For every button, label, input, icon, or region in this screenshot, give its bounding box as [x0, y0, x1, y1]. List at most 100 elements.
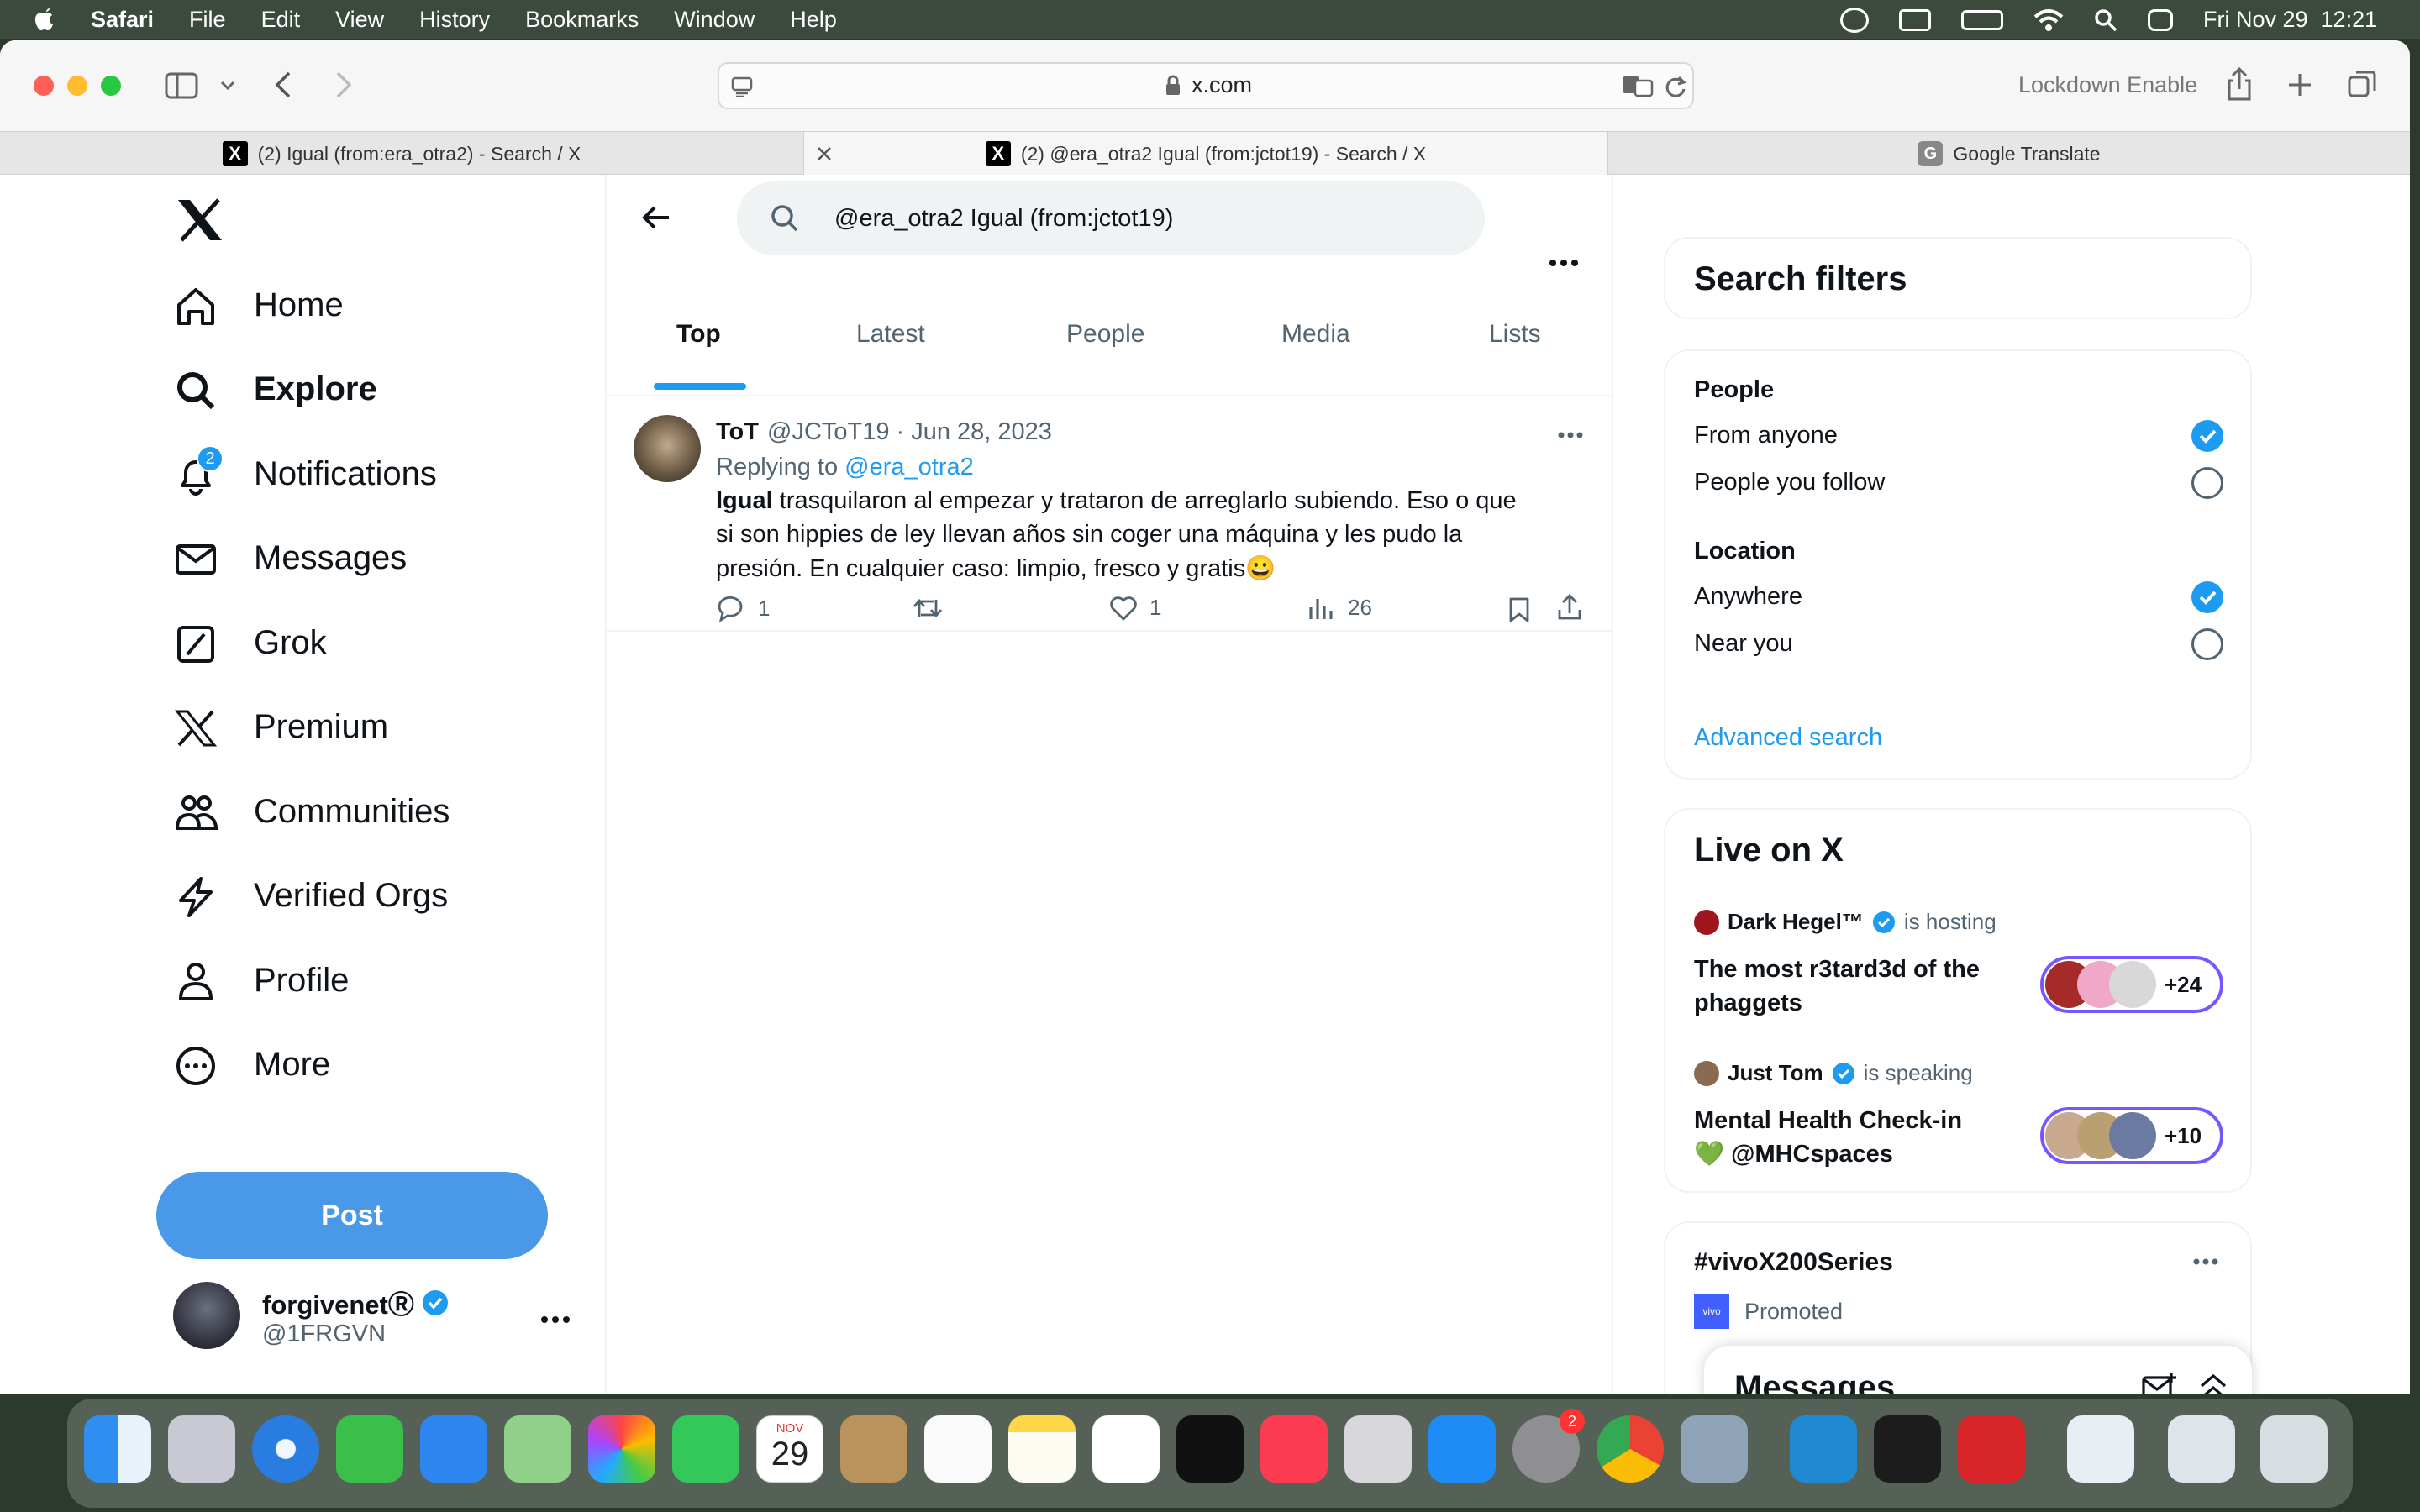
- tweet-author-name[interactable]: ToT: [716, 418, 759, 446]
- post-button[interactable]: Post: [156, 1172, 548, 1259]
- like-action[interactable]: 1: [1109, 595, 1161, 621]
- advanced-search-link[interactable]: Advanced search: [1694, 724, 2223, 752]
- status-icon-vpn[interactable]: [1840, 7, 1869, 33]
- documents-stack-icon[interactable]: [2067, 1415, 2134, 1483]
- chevron-down-icon[interactable]: [220, 81, 235, 91]
- launchpad-icon[interactable]: [168, 1415, 235, 1483]
- menu-file[interactable]: File: [189, 7, 226, 33]
- x-logo-icon[interactable]: [176, 198, 224, 242]
- back-icon[interactable]: [274, 71, 292, 99]
- radio-unchecked-icon[interactable]: [2191, 628, 2223, 660]
- tab-2-active[interactable]: X (2) @era_otra2 Igual (from:jctot19) - …: [803, 132, 1608, 176]
- promoted-hashtag[interactable]: #vivoX200Series: [1694, 1248, 1893, 1277]
- freeform-icon[interactable]: [1092, 1415, 1160, 1483]
- iphone-mirroring-icon[interactable]: [1344, 1415, 1412, 1483]
- tab-overview-icon[interactable]: [2348, 69, 2378, 99]
- search-box[interactable]: @era_otra2 Igual (from:jctot19): [737, 181, 1485, 255]
- reply-action[interactable]: 1: [716, 595, 770, 622]
- space-1-host-row[interactable]: Dark Hegel™ is hosting: [1694, 909, 1996, 935]
- filter-anywhere[interactable]: Anywhere: [1694, 581, 2223, 617]
- url-text[interactable]: x.com: [1192, 72, 1252, 98]
- terminal-icon[interactable]: [1874, 1415, 1941, 1483]
- search-input[interactable]: @era_otra2 Igual (from:jctot19): [834, 205, 1173, 233]
- filter-near-you[interactable]: Near you: [1694, 628, 2223, 664]
- tweet-avatar[interactable]: [634, 415, 701, 482]
- tweet-date[interactable]: · Jun 28, 2023: [896, 418, 1051, 446]
- tab-people[interactable]: People: [1066, 320, 1144, 349]
- page-menu-icon[interactable]: [731, 76, 753, 97]
- mail-app-icon[interactable]: [420, 1415, 487, 1483]
- battery-icon[interactable]: [1961, 9, 2003, 30]
- calendar-icon[interactable]: NOV 29: [756, 1415, 823, 1483]
- account-name-row[interactable]: forgivenetⓇ: [262, 1284, 450, 1321]
- share-icon[interactable]: [2227, 67, 2252, 101]
- zoom-window-button[interactable]: [101, 76, 121, 96]
- wifi-icon[interactable]: [2033, 8, 2064, 32]
- system-settings-icon[interactable]: 2: [1512, 1409, 1585, 1483]
- sidebar-toggle-icon[interactable]: [165, 72, 198, 99]
- views-action[interactable]: 26: [1307, 595, 1372, 621]
- spotlight-icon[interactable]: [2094, 8, 2118, 32]
- app-store-icon[interactable]: [1428, 1415, 1496, 1483]
- account-avatar[interactable]: [173, 1282, 240, 1349]
- maps-icon[interactable]: [504, 1415, 571, 1483]
- filter-people-you-follow[interactable]: People you follow: [1694, 467, 2223, 502]
- replying-to-link[interactable]: @era_otra2: [844, 454, 974, 480]
- tab-3[interactable]: G Google Translate: [1608, 132, 2410, 176]
- minimize-window-button[interactable]: [67, 76, 87, 96]
- space-2-listeners[interactable]: +10: [2040, 1107, 2223, 1164]
- tab-media[interactable]: Media: [1281, 320, 1350, 349]
- facetime-icon[interactable]: [672, 1415, 739, 1483]
- tab-latest[interactable]: Latest: [856, 320, 925, 349]
- close-tab-icon[interactable]: [816, 145, 833, 162]
- close-window-button[interactable]: [34, 76, 54, 96]
- menu-history[interactable]: History: [419, 7, 490, 33]
- music-icon[interactable]: [1260, 1415, 1328, 1483]
- radio-checked-icon[interactable]: [2191, 420, 2223, 452]
- messages-app-icon[interactable]: [336, 1415, 403, 1483]
- back-arrow-icon[interactable]: [642, 205, 671, 230]
- trash-icon[interactable]: [2260, 1415, 2328, 1483]
- share-tweet-icon[interactable]: [1556, 593, 1583, 622]
- menu-bookmarks[interactable]: Bookmarks: [525, 7, 639, 33]
- apple-icon[interactable]: [34, 7, 57, 32]
- finder-icon[interactable]: [84, 1415, 151, 1483]
- reminders-icon[interactable]: [924, 1415, 992, 1483]
- space-1-title[interactable]: The most r3tard3d of the phaggets: [1694, 953, 1980, 1020]
- address-bar[interactable]: x.com: [718, 62, 1694, 109]
- new-message-icon[interactable]: [2141, 1371, 2178, 1394]
- tab-1[interactable]: X (2) Igual (from:era_otra2) - Search / …: [0, 132, 803, 176]
- screenshots-stack-icon[interactable]: [2168, 1415, 2235, 1483]
- menu-view[interactable]: View: [335, 7, 384, 33]
- new-tab-icon[interactable]: [2287, 72, 2312, 97]
- tweet-author-handle[interactable]: @JCToT19: [767, 418, 889, 446]
- tweet-more-icon[interactable]: [1558, 432, 1583, 438]
- contacts-icon[interactable]: [840, 1415, 908, 1483]
- apple-tv-icon[interactable]: [1176, 1415, 1244, 1483]
- radio-unchecked-icon[interactable]: [2191, 467, 2223, 499]
- control-center-icon[interactable]: [2148, 8, 2173, 31]
- space-2-title[interactable]: Mental Health Check-in 💚 @MHCspaces: [1694, 1104, 1962, 1171]
- bookmark-icon[interactable]: [1507, 596, 1531, 623]
- vscode-icon[interactable]: [1790, 1415, 1857, 1483]
- space-1-listeners[interactable]: +24: [2040, 956, 2223, 1013]
- photos-icon[interactable]: [588, 1415, 655, 1483]
- translate-icon[interactable]: [1622, 76, 1654, 97]
- messages-drawer[interactable]: Messages: [1704, 1346, 2252, 1394]
- preview-icon[interactable]: [1681, 1415, 1748, 1483]
- account-menu-icon[interactable]: [541, 1315, 570, 1324]
- tab-top[interactable]: Top: [676, 320, 721, 349]
- reload-icon[interactable]: [1664, 76, 1687, 99]
- space-2-host-row[interactable]: Just Tom is speaking: [1694, 1060, 1973, 1086]
- notes-icon[interactable]: [1008, 1415, 1076, 1483]
- menu-app-name[interactable]: Safari: [91, 7, 154, 33]
- trend-more-icon[interactable]: [2193, 1258, 2218, 1265]
- radio-checked-icon[interactable]: [2191, 581, 2223, 613]
- menubar-datetime[interactable]: Fri Nov 29 12:21: [2203, 7, 2377, 33]
- swiss-vpn-icon[interactable]: [1958, 1415, 2025, 1483]
- search-options-icon[interactable]: [1549, 259, 1578, 267]
- filter-from-anyone[interactable]: From anyone: [1694, 420, 2223, 455]
- expand-chevron-icon[interactable]: [2198, 1371, 2228, 1394]
- menu-window[interactable]: Window: [674, 7, 755, 33]
- menu-help[interactable]: Help: [790, 7, 837, 33]
